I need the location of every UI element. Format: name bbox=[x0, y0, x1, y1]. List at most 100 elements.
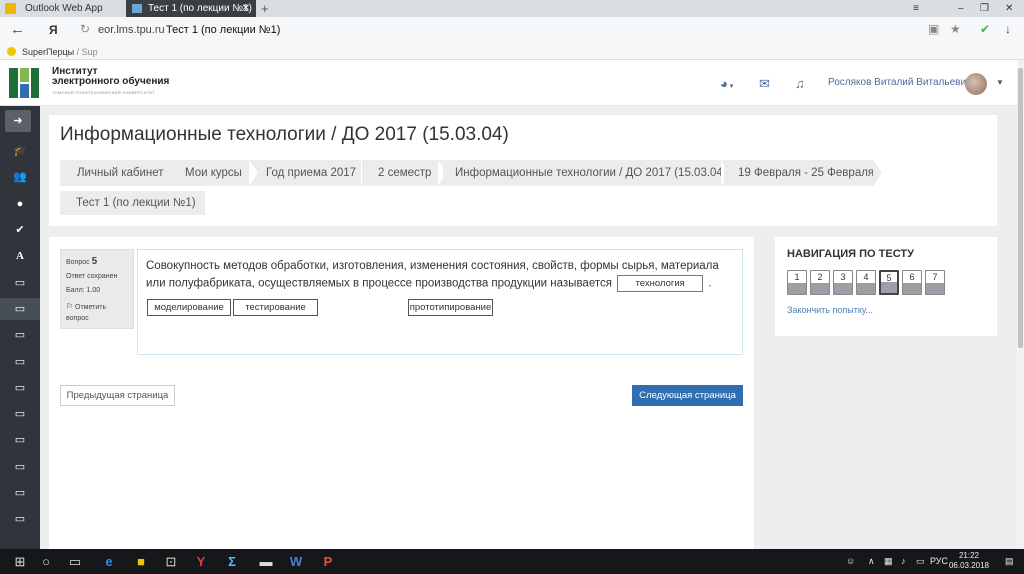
avatar[interactable] bbox=[965, 73, 987, 95]
task-view-icon[interactable]: ▭ bbox=[61, 549, 89, 574]
language-indicator[interactable]: РУС bbox=[930, 549, 948, 574]
tab-label: Тест 1 (по лекции №1) bbox=[148, 3, 252, 14]
breadcrumb-item[interactable]: Личный кабинет bbox=[60, 160, 177, 186]
folder-icon[interactable]: ▭ bbox=[0, 272, 40, 294]
folder-icon[interactable]: ▭ bbox=[0, 456, 40, 478]
drag-choice[interactable]: моделирование bbox=[147, 299, 231, 316]
folder-icon[interactable]: ▭ bbox=[0, 351, 40, 373]
word-icon[interactable]: W bbox=[282, 549, 310, 574]
brand-subtitle: ТОМСКИЙ ПОЛИТЕХНИЧЕСКИЙ УНИВЕРСИТЕТ bbox=[52, 90, 156, 95]
arrow-right-icon[interactable]: ➜ bbox=[5, 110, 31, 132]
chevron-down-icon[interactable]: ▼ bbox=[996, 78, 1004, 87]
folder-icon[interactable]: ▭ bbox=[0, 298, 40, 320]
quiz-nav-button[interactable]: 7 bbox=[925, 270, 945, 295]
flag-question-button[interactable]: ⚐ Отметить вопрос bbox=[66, 301, 133, 324]
file-explorer-icon[interactable]: ■ bbox=[127, 549, 155, 574]
flag-icon: ⚐ bbox=[66, 302, 74, 311]
previous-page-button[interactable]: Предыдущая страница bbox=[60, 385, 175, 406]
breadcrumb-item[interactable]: Информационные технологии / ДО 2017 (15.… bbox=[438, 160, 733, 186]
next-page-button[interactable]: Следующая страница bbox=[632, 385, 743, 406]
site-header: Институт электронного обучения ТОМСКИЙ П… bbox=[0, 60, 1017, 106]
breadcrumb-current[interactable]: Тест 1 (по лекции №1) bbox=[60, 191, 205, 215]
reload-icon[interactable]: ↻ bbox=[80, 22, 90, 36]
breadcrumb-item[interactable]: 2 семестр bbox=[361, 160, 452, 186]
user-name[interactable]: Росляков Виталий Витальевич bbox=[828, 77, 971, 88]
search-icon[interactable]: ○ bbox=[32, 549, 60, 574]
person-icon[interactable]: ☺ bbox=[846, 549, 855, 574]
drop-zone[interactable]: технология bbox=[617, 275, 704, 292]
close-window-button[interactable]: ✕ bbox=[1005, 0, 1013, 17]
breadcrumb-item[interactable]: 19 Февраля - 25 Февраля bbox=[721, 160, 882, 186]
store-icon[interactable]: ⊡ bbox=[157, 549, 185, 574]
taskbar: ⊞ ○ ▭ e ■ ⊡ Y Σ ▬ W P ☺ ∧ ▦ ♪ ▭ РУС 21:2… bbox=[0, 549, 1024, 574]
tab-outlook[interactable]: Outlook Web App bbox=[0, 0, 122, 17]
battery-icon[interactable]: ▭ bbox=[916, 549, 925, 574]
folder-icon[interactable]: ▭ bbox=[0, 324, 40, 346]
reader-icon[interactable]: ▣ bbox=[928, 22, 939, 36]
bookmark-icon bbox=[7, 47, 16, 56]
question-number: Вопрос 5 bbox=[66, 256, 98, 267]
shield-icon[interactable]: ✔ bbox=[980, 22, 990, 36]
clock[interactable]: 21:22 06.03.2018 bbox=[948, 551, 990, 571]
powerpoint-icon[interactable]: P bbox=[314, 549, 342, 574]
windows-start-icon[interactable]: ⊞ bbox=[6, 549, 34, 574]
yandex-logo[interactable]: Я bbox=[49, 23, 58, 37]
file-manager-icon[interactable]: ▬ bbox=[252, 549, 280, 574]
check-circle-icon[interactable]: ✔ bbox=[0, 219, 40, 241]
breadcrumb-item[interactable]: Мои курсы bbox=[168, 160, 267, 186]
scrollbar-thumb[interactable] bbox=[1018, 68, 1023, 348]
page-icon bbox=[132, 4, 142, 13]
back-arrow-icon[interactable]: ← bbox=[10, 21, 25, 38]
close-tab-icon[interactable]: ✕ bbox=[242, 0, 250, 17]
bell-icon[interactable]: ♫ bbox=[795, 76, 805, 91]
notifications-icon[interactable]: ▤ bbox=[1005, 549, 1014, 574]
folder-icon[interactable]: ▭ bbox=[0, 429, 40, 451]
app-icon[interactable]: Σ bbox=[218, 549, 246, 574]
browser-tab-bar: Outlook Web App Тест 1 (по лекции №1) ✕ … bbox=[0, 0, 1024, 17]
quiz-nav-button[interactable]: 6 bbox=[902, 270, 922, 295]
folder-icon[interactable]: ▭ bbox=[0, 482, 40, 504]
circle-icon[interactable]: ● bbox=[0, 193, 40, 215]
left-sidebar: ➜ 🎓 👥 ● ✔ A ▭ ▭ ▭ ▭ ▭ ▭ ▭ ▭ ▭ ▭ bbox=[0, 106, 40, 549]
quiz-nav-button[interactable]: 2 bbox=[810, 270, 830, 295]
bookmark-item[interactable]: SuperПерцы / Sup bbox=[22, 47, 98, 57]
drag-choice[interactable]: прототипирование bbox=[408, 299, 493, 316]
menu-icon[interactable]: ≡ bbox=[913, 0, 919, 17]
institute-logo-icon[interactable] bbox=[9, 68, 39, 98]
tab-label: Outlook Web App bbox=[25, 3, 103, 14]
folder-icon[interactable]: ▭ bbox=[0, 377, 40, 399]
url-page-title[interactable]: Тест 1 (по лекции №1) bbox=[166, 24, 280, 36]
quiz-nav-button[interactable]: 3 bbox=[833, 270, 853, 295]
finish-attempt-link[interactable]: Закончить попытку... bbox=[787, 305, 873, 315]
question-text: Совокупность методов обработки, изготовл… bbox=[146, 258, 736, 293]
mail-icon[interactable]: ✉ bbox=[759, 76, 770, 92]
chevron-up-icon[interactable]: ∧ bbox=[868, 549, 875, 574]
maximize-button[interactable]: ❐ bbox=[980, 0, 989, 17]
outlook-icon bbox=[5, 3, 16, 14]
download-icon[interactable]: ↓ bbox=[1005, 22, 1011, 36]
globe-icon[interactable]: ◕ ▾ bbox=[720, 76, 733, 91]
new-tab-button[interactable]: + bbox=[261, 0, 269, 17]
minimize-button[interactable]: – bbox=[958, 0, 964, 17]
tab-test[interactable]: Тест 1 (по лекции №1) ✕ bbox=[126, 0, 256, 17]
quiz-nav-button-current[interactable]: 5 bbox=[879, 270, 899, 295]
yandex-browser-icon[interactable]: Y bbox=[187, 549, 215, 574]
question-status: Ответ сохранен bbox=[66, 273, 118, 280]
users-icon[interactable]: 👥 bbox=[0, 166, 40, 188]
network-icon[interactable]: ▦ bbox=[884, 549, 893, 574]
url-domain[interactable]: eor.lms.tpu.ru bbox=[98, 24, 165, 36]
star-icon[interactable]: ★ bbox=[950, 22, 961, 36]
quiz-nav-button[interactable]: 4 bbox=[856, 270, 876, 295]
graduation-cap-icon[interactable]: 🎓 bbox=[0, 140, 40, 162]
question-score: Балл: 1.00 bbox=[66, 287, 101, 294]
volume-icon[interactable]: ♪ bbox=[901, 549, 906, 574]
drag-choice[interactable]: тестирование bbox=[233, 299, 318, 316]
bookmarks-bar: SuperПерцы / Sup bbox=[0, 44, 1024, 60]
font-icon[interactable]: A bbox=[0, 245, 40, 267]
quiz-navigation-title: НАВИГАЦИЯ ПО ТЕСТУ bbox=[787, 248, 914, 260]
edge-icon[interactable]: e bbox=[95, 549, 123, 574]
folder-icon[interactable]: ▭ bbox=[0, 508, 40, 530]
folder-icon[interactable]: ▭ bbox=[0, 403, 40, 425]
brand-name[interactable]: Институт электронного обучения bbox=[52, 67, 169, 87]
quiz-nav-button[interactable]: 1 bbox=[787, 270, 807, 295]
